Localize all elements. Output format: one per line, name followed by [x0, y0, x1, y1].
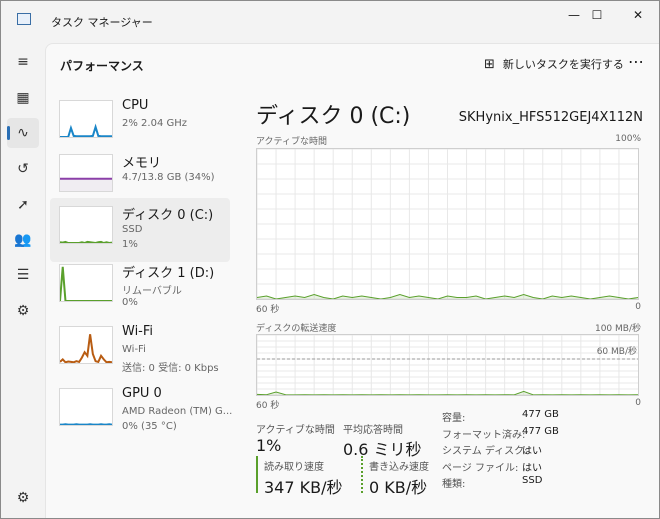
run-new-task-label: 新しいタスクを実行する	[502, 58, 624, 71]
active-time-graph	[256, 148, 639, 300]
sidebar-item-detail: AMD Radeon (TM) G...	[122, 406, 233, 417]
sidebar-item-detail: 4.7/13.8 GB (34%)	[122, 172, 215, 183]
run-new-task-button[interactable]: ⊞ 新しいタスクを実行する	[484, 56, 624, 72]
sidebar-thumbnail-graph	[59, 154, 113, 192]
sidebar-item[interactable]: ディスク 1 (D:) リムーバブル 0%	[50, 262, 230, 322]
transfer-graph-x-right: 0	[635, 398, 641, 408]
active-time-label: アクティブな時間	[256, 425, 335, 436]
sidebar-item-usage: 1%	[122, 239, 138, 250]
task-manager-window: タスク マネージャー — ☐ ✕ ≡ ▦ ∿ ↺ ➚ 👥 ☰ ⚙ ⚙ パフォーマ…	[0, 0, 660, 519]
property-value: 477 GB	[522, 425, 559, 437]
processes-icon[interactable]: ▦	[7, 83, 39, 113]
services-icon[interactable]: ⚙	[7, 296, 39, 326]
transfer-graph-max: 100 MB/秒	[594, 324, 641, 334]
sidebar-thumbnail-graph	[59, 326, 113, 364]
sidebar-thumbnail-graph	[59, 388, 113, 426]
active-graph-x-right: 0	[635, 302, 641, 312]
sidebar-graph-line	[60, 267, 112, 301]
sidebar-item[interactable]: ディスク 0 (C:) SSD 1%	[50, 198, 230, 262]
disk-model: SKHynix_HFS512GEJ4X112N	[458, 110, 643, 125]
sidebar-item-name: CPU	[122, 98, 149, 113]
property-label: システム ディスク:	[442, 446, 528, 457]
settings-icon[interactable]: ⚙	[7, 483, 39, 513]
title-bar: タスク マネージャー — ☐ ✕	[1, 1, 659, 39]
hamburger-icon[interactable]: ≡	[7, 47, 39, 77]
sidebar-item-usage: 0%	[122, 297, 138, 308]
sidebar-graph-line	[60, 127, 112, 137]
property-value: SSD	[522, 475, 543, 486]
app-history-icon[interactable]: ↺	[7, 154, 39, 184]
sidebar-item-usage: 送信: 0 受信: 0 Kbps	[122, 363, 219, 374]
maximize-button[interactable]: ☐	[574, 1, 620, 31]
sidebar-item[interactable]: Wi-Fi Wi-Fi 送信: 0 受信: 0 Kbps	[50, 324, 230, 384]
sidebar-thumbnail-graph	[59, 100, 113, 138]
property-label: フォーマット済み:	[442, 429, 526, 441]
startup-apps-icon[interactable]: ➚	[7, 190, 39, 220]
sidebar-graph-line	[60, 242, 112, 243]
active-graph-x-left: 60 秒	[256, 305, 280, 315]
sidebar-thumbnail-graph	[59, 206, 113, 244]
read-speed-value: 347 KB/秒	[264, 478, 343, 497]
property-label: 容量:	[442, 413, 466, 424]
disk-title: ディスク 0 (C:)	[256, 104, 411, 129]
users-icon[interactable]: 👥	[7, 225, 39, 255]
active-graph-label: アクティブな時間	[256, 137, 328, 147]
close-button[interactable]: ✕	[615, 1, 660, 31]
property-label: ページ ファイル:	[442, 462, 519, 474]
sidebar-item-usage: 0% (35 °C)	[122, 421, 177, 432]
more-options-button[interactable]: ⋯	[628, 52, 645, 71]
response-time-label: 平均応答時間	[343, 425, 403, 436]
sidebar-item[interactable]: CPU 2% 2.04 GHz	[50, 98, 230, 158]
read-speed-indicator	[256, 456, 258, 493]
performance-icon[interactable]: ∿	[7, 118, 39, 148]
memory-fill	[60, 178, 112, 191]
sidebar-item-detail: リムーバブル	[122, 286, 182, 297]
sidebar-item-detail: SSD	[122, 224, 143, 235]
sidebar-item[interactable]: GPU 0 AMD Radeon (TM) G... 0% (35 °C)	[50, 386, 233, 446]
task-manager-icon	[17, 13, 31, 25]
read-speed-label: 読み取り速度	[264, 462, 324, 473]
write-speed-indicator	[361, 456, 363, 493]
property-label: 種類:	[442, 479, 466, 490]
sidebar-item-name: Wi-Fi	[122, 324, 154, 339]
details-icon[interactable]: ☰	[7, 260, 39, 290]
property-value: はい	[522, 462, 542, 474]
sidebar-item-name: GPU 0	[122, 386, 162, 401]
active-time-value: 1%	[256, 436, 282, 455]
write-speed-value: 0 KB/秒	[369, 478, 428, 497]
content-area: パフォーマンス ⊞ 新しいタスクを実行する ⋯ CPU 2% 2.04 GHz メモ…	[45, 43, 659, 518]
sidebar-item-name: ディスク 1 (D:)	[122, 266, 215, 281]
transfer-graph-inner-scale: 60 MB/秒	[596, 347, 637, 357]
property-value: 477 GB	[522, 409, 559, 420]
write-speed-label: 書き込み速度	[369, 462, 429, 473]
sidebar-item-name: ディスク 0 (C:)	[122, 208, 214, 223]
transfer-rate-graph	[256, 334, 639, 396]
new-task-icon: ⊞	[484, 56, 495, 72]
transfer-graph-label: ディスクの転送速度	[256, 324, 337, 334]
response-time-value: 0.6 ミリ秒	[343, 440, 422, 459]
sidebar-thumbnail-graph	[59, 264, 113, 302]
property-value: はい	[522, 446, 542, 457]
nav-rail: ≡ ▦ ∿ ↺ ➚ 👥 ☰ ⚙ ⚙	[1, 43, 45, 518]
sidebar-item-detail: Wi-Fi	[122, 344, 146, 355]
sidebar-graph-line	[60, 334, 112, 362]
active-graph-max: 100%	[615, 134, 641, 144]
transfer-graph-x-left: 60 秒	[256, 401, 280, 411]
page-title: パフォーマンス	[60, 59, 144, 73]
sidebar-item-detail: 2% 2.04 GHz	[122, 118, 188, 129]
window-title: タスク マネージャー	[51, 16, 153, 29]
sidebar-item-name: メモリ	[122, 156, 162, 171]
